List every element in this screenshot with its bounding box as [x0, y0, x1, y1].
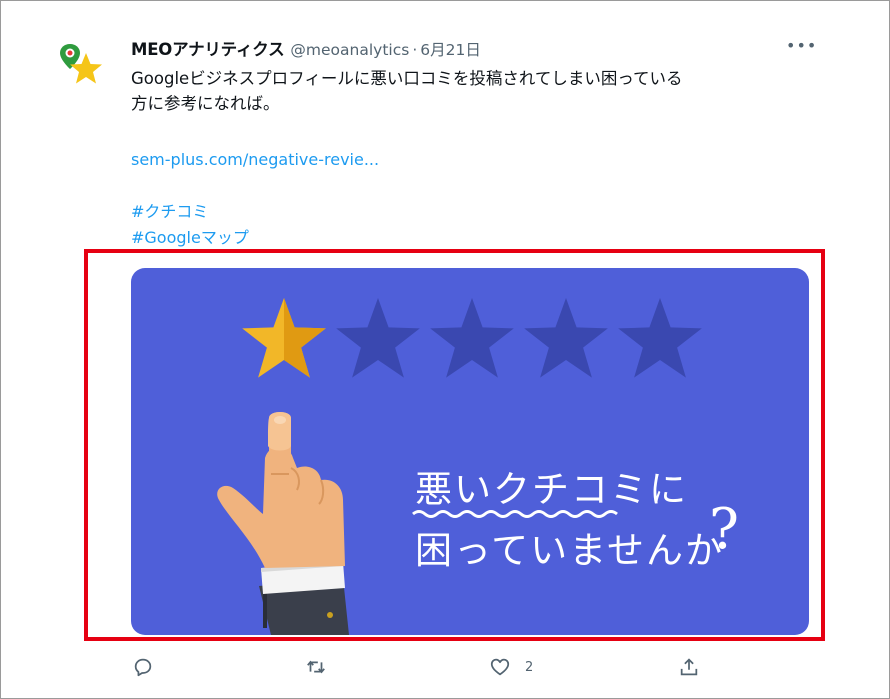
avatar[interactable] [56, 38, 106, 88]
author-handle[interactable]: @meoanalytics [290, 41, 409, 59]
tweet-header: MEOアナリティクス @meoanalytics · 6月21日 [131, 36, 481, 60]
like-icon [490, 658, 510, 676]
tweet-date[interactable]: 6月21日 [420, 38, 481, 60]
like-button[interactable]: 2 [489, 652, 533, 682]
share-button[interactable] [678, 652, 700, 682]
hashtag-link[interactable]: #Googleマップ [131, 226, 249, 250]
reply-icon [134, 658, 152, 677]
retweet-button[interactable] [305, 652, 327, 682]
reply-button[interactable] [132, 652, 154, 682]
more-options-icon[interactable]: ••• [786, 38, 816, 54]
tweet-link[interactable]: sem-plus.com/negative-revie... [131, 148, 379, 172]
share-icon [680, 658, 698, 676]
map-pin-star-logo-icon [60, 44, 102, 84]
tweet-text-line: Googleビジネスプロフィールに悪い口コミを投稿されてしまい困っている [131, 69, 683, 88]
highlight-box [84, 249, 825, 641]
like-count: 2 [525, 659, 534, 675]
separator-dot: · [412, 41, 418, 59]
author-name[interactable]: MEOアナリティクス [131, 36, 285, 60]
tweet-actions: 2 [0, 652, 890, 684]
hashtag-link[interactable]: #クチコミ [131, 200, 208, 224]
retweet-icon [307, 660, 325, 674]
tweet-text: Googleビジネスプロフィールに悪い口コミを投稿されてしまい困っている 方に参… [131, 66, 811, 116]
tweet-text-line: 方に参考になれば。 [131, 94, 280, 113]
